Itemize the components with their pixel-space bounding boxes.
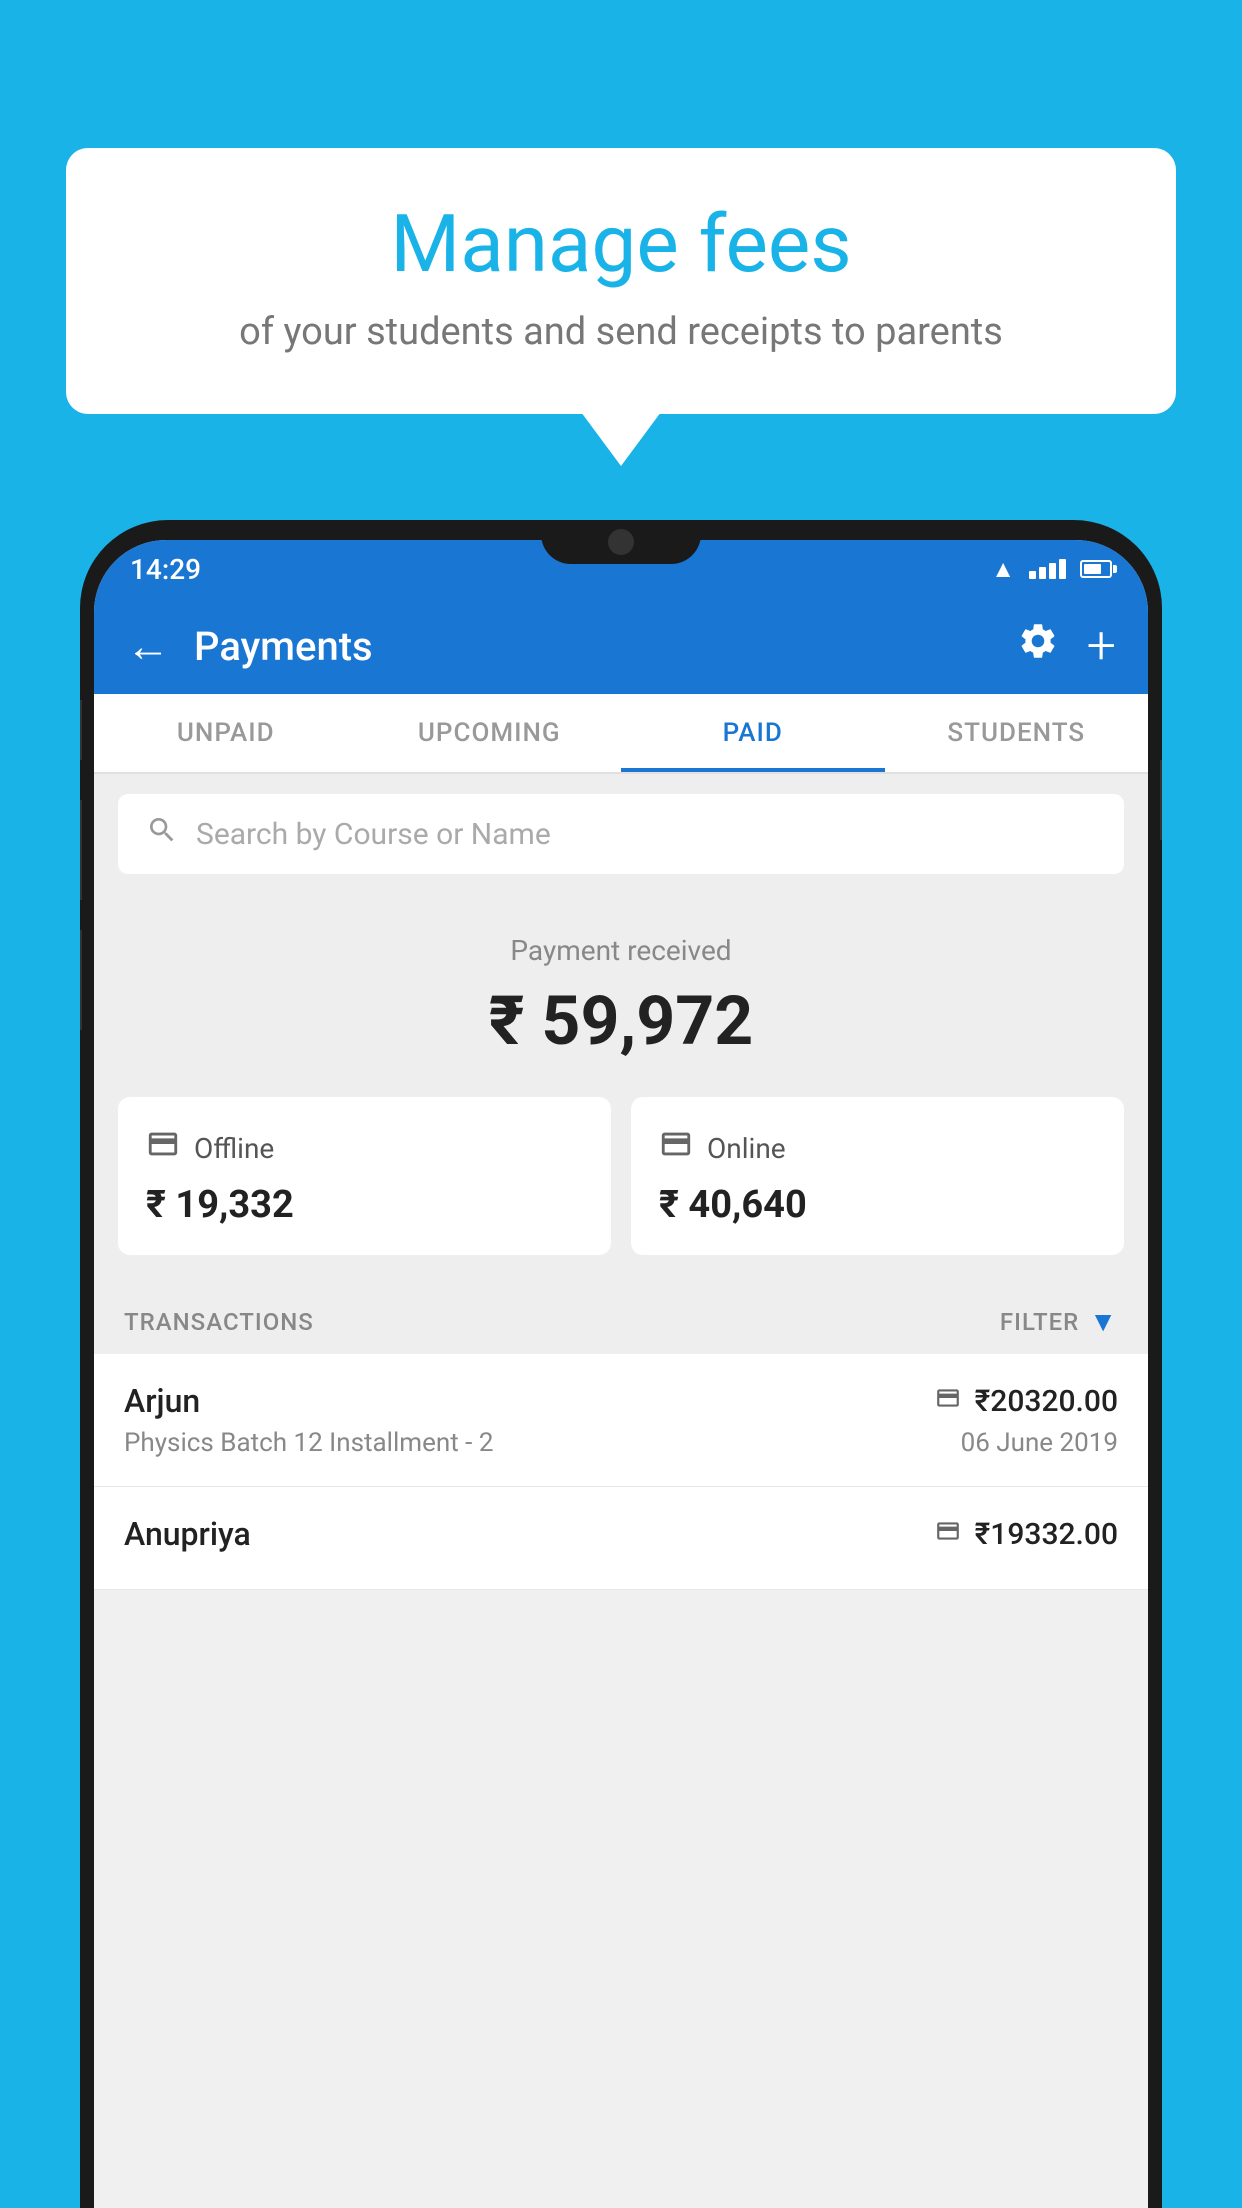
transaction-amount: ₹19332.00	[975, 1517, 1118, 1552]
online-payment-icon	[935, 1385, 961, 1418]
status-icons: ▲	[991, 555, 1112, 584]
settings-icon[interactable]	[1017, 620, 1059, 672]
payment-received-section: Payment received ₹ 59,972	[94, 894, 1148, 1097]
search-icon	[146, 813, 178, 855]
transaction-top: Anupriya ₹19332.00	[124, 1515, 1118, 1553]
offline-card-header: Offline	[146, 1127, 583, 1169]
add-button[interactable]: +	[1087, 620, 1116, 672]
transactions-list: Arjun ₹20320.00 Physics Batch 12 Install…	[94, 1354, 1148, 1590]
filter-icon: ▼	[1089, 1305, 1118, 1338]
online-icon	[659, 1127, 693, 1169]
bubble-subtitle: of your students and send receipts to pa…	[126, 310, 1116, 354]
phone-frame: 14:29 ▲	[80, 520, 1162, 2208]
power-button	[1160, 760, 1162, 840]
table-row[interactable]: Arjun ₹20320.00 Physics Batch 12 Install…	[94, 1354, 1148, 1487]
transaction-amount-wrap: ₹20320.00	[935, 1384, 1118, 1419]
online-label: Online	[707, 1132, 786, 1165]
filter-label: FILTER	[1000, 1308, 1079, 1336]
bubble-title: Manage fees	[126, 200, 1116, 288]
app-header: ← Payments +	[94, 598, 1148, 694]
payment-cards: Offline ₹ 19,332 Online ₹ 40,640	[94, 1097, 1148, 1285]
payment-received-amount: ₹ 59,972	[94, 981, 1148, 1061]
transaction-top: Arjun ₹20320.00	[124, 1382, 1118, 1420]
transaction-name: Arjun	[124, 1382, 200, 1420]
offline-card: Offline ₹ 19,332	[118, 1097, 611, 1255]
header-actions: +	[1017, 620, 1116, 672]
search-bar-wrap: Search by Course or Name	[94, 774, 1148, 894]
notch	[541, 520, 701, 564]
filter-button[interactable]: FILTER ▼	[1000, 1305, 1118, 1338]
payment-received-label: Payment received	[94, 934, 1148, 967]
online-card: Online ₹ 40,640	[631, 1097, 1124, 1255]
battery-icon	[1080, 560, 1112, 578]
silent-button	[80, 930, 82, 1030]
volume-down-button	[80, 800, 82, 900]
speech-bubble: Manage fees of your students and send re…	[66, 148, 1176, 414]
search-bar[interactable]: Search by Course or Name	[118, 794, 1124, 874]
search-input[interactable]: Search by Course or Name	[196, 817, 551, 852]
tab-paid[interactable]: PAID	[621, 694, 885, 772]
signal-icon	[1029, 559, 1066, 579]
transaction-amount-wrap: ₹19332.00	[935, 1517, 1118, 1552]
tab-bar: UNPAID UPCOMING PAID STUDENTS	[94, 694, 1148, 774]
wifi-icon: ▲	[991, 555, 1015, 584]
page-title: Payments	[194, 623, 1017, 670]
transaction-amount: ₹20320.00	[975, 1384, 1118, 1419]
tab-students[interactable]: STUDENTS	[885, 694, 1149, 772]
table-row[interactable]: Anupriya ₹19332.00	[94, 1487, 1148, 1590]
transaction-course: Physics Batch 12 Installment - 2	[124, 1428, 493, 1458]
status-time: 14:29	[130, 553, 201, 586]
phone-screen: 14:29 ▲	[94, 540, 1148, 2208]
transactions-header: TRANSACTIONS FILTER ▼	[94, 1285, 1148, 1354]
volume-up-button	[80, 700, 82, 760]
back-button[interactable]: ←	[126, 620, 170, 672]
transaction-bottom: Physics Batch 12 Installment - 2 06 June…	[124, 1428, 1118, 1458]
online-amount: ₹ 40,640	[659, 1183, 1096, 1227]
transaction-name: Anupriya	[124, 1515, 251, 1553]
transactions-label: TRANSACTIONS	[124, 1308, 314, 1336]
offline-icon	[146, 1127, 180, 1169]
offline-label: Offline	[194, 1132, 274, 1165]
transaction-date: 06 June 2019	[961, 1428, 1118, 1458]
tab-unpaid[interactable]: UNPAID	[94, 694, 358, 772]
tab-upcoming[interactable]: UPCOMING	[358, 694, 622, 772]
offline-amount: ₹ 19,332	[146, 1183, 583, 1227]
online-card-header: Online	[659, 1127, 1096, 1169]
front-camera	[608, 529, 634, 555]
offline-payment-icon	[935, 1518, 961, 1551]
